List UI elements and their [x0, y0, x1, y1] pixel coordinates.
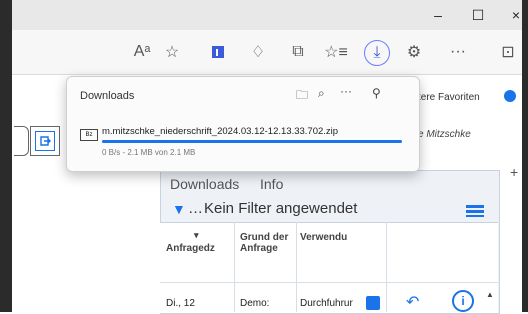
col-header-usage[interactable]: Verwendu	[300, 232, 347, 243]
sidebar-icon[interactable]: ⊡	[496, 40, 520, 64]
download-file-name[interactable]: m.mitzschke_niederschrift_2024.03.12-12.…	[102, 126, 338, 137]
cell-usage: Durchfuhrur	[300, 298, 353, 309]
close-button[interactable]: ×	[496, 0, 528, 30]
col-header-reason[interactable]: Grund der Anfrage	[240, 232, 294, 254]
window-frame-right	[522, 0, 528, 312]
open-folder-icon[interactable]: 🗀	[296, 86, 308, 107]
table-divider	[296, 222, 297, 312]
sort-icon[interactable]: ▾	[194, 230, 199, 241]
col-header-date[interactable]: Anfragedz	[166, 243, 215, 254]
add-icon[interactable]: +	[510, 164, 518, 180]
filter-icon[interactable]: ▼	[172, 201, 186, 217]
zip-file-icon: Bz	[80, 129, 98, 141]
table-divider	[386, 222, 387, 312]
maximize-button[interactable]: ☐	[458, 0, 498, 30]
profile-dot-icon[interactable]	[504, 90, 516, 102]
favorite-star-icon[interactable]: ☆	[160, 40, 184, 64]
scroll-up-icon[interactable]: ▲	[486, 290, 494, 299]
more-options-icon[interactable]: ···	[446, 40, 470, 64]
cell-reason: Demo:	[240, 298, 270, 309]
download-meta: 0 B/s - 2.1 MB von 2.1 MB	[102, 148, 196, 157]
minimize-button[interactable]: –	[418, 0, 458, 30]
read-aloud-icon[interactable]: Aᵃ	[130, 40, 154, 64]
popup-title: Downloads	[80, 90, 135, 102]
pin-icon[interactable]: ⚲	[372, 86, 381, 100]
tab-downloads[interactable]: Downloads	[170, 176, 239, 192]
nav-back-button[interactable]	[14, 126, 29, 156]
other-favorites-label[interactable]: tere Favoriten	[418, 92, 480, 103]
downloads-icon[interactable]: ⤓	[364, 40, 390, 66]
table-divider	[234, 222, 235, 312]
progress-track	[102, 140, 402, 143]
window-frame-left	[0, 0, 12, 312]
table-row-divider	[160, 282, 498, 283]
info-icon[interactable]: i	[452, 290, 474, 312]
exit-icon	[35, 131, 55, 151]
filter-status: Kein Filter angewendet	[204, 200, 358, 217]
list-view-icon[interactable]	[466, 204, 484, 217]
save-icon[interactable]	[366, 296, 380, 310]
search-icon[interactable]: ⌕	[318, 86, 325, 101]
person-name: e Mitzschke	[418, 129, 471, 140]
undo-icon[interactable]: ↶	[406, 292, 419, 312]
progress-fill	[102, 140, 402, 143]
extensions-icon[interactable]: ♢	[246, 40, 270, 64]
favorites-icon[interactable]: ☆≡	[324, 40, 348, 64]
tab-info[interactable]: Info	[260, 176, 283, 192]
split-screen-icon[interactable]: ⧉	[286, 40, 310, 64]
filter-ellipsis: …	[188, 200, 203, 217]
collections-icon[interactable]	[206, 40, 230, 64]
more-icon[interactable]: ···	[340, 84, 352, 98]
copilot-icon[interactable]: ⚙	[402, 40, 426, 64]
cell-date: Di., 12	[166, 298, 195, 309]
exit-button[interactable]	[30, 126, 60, 156]
